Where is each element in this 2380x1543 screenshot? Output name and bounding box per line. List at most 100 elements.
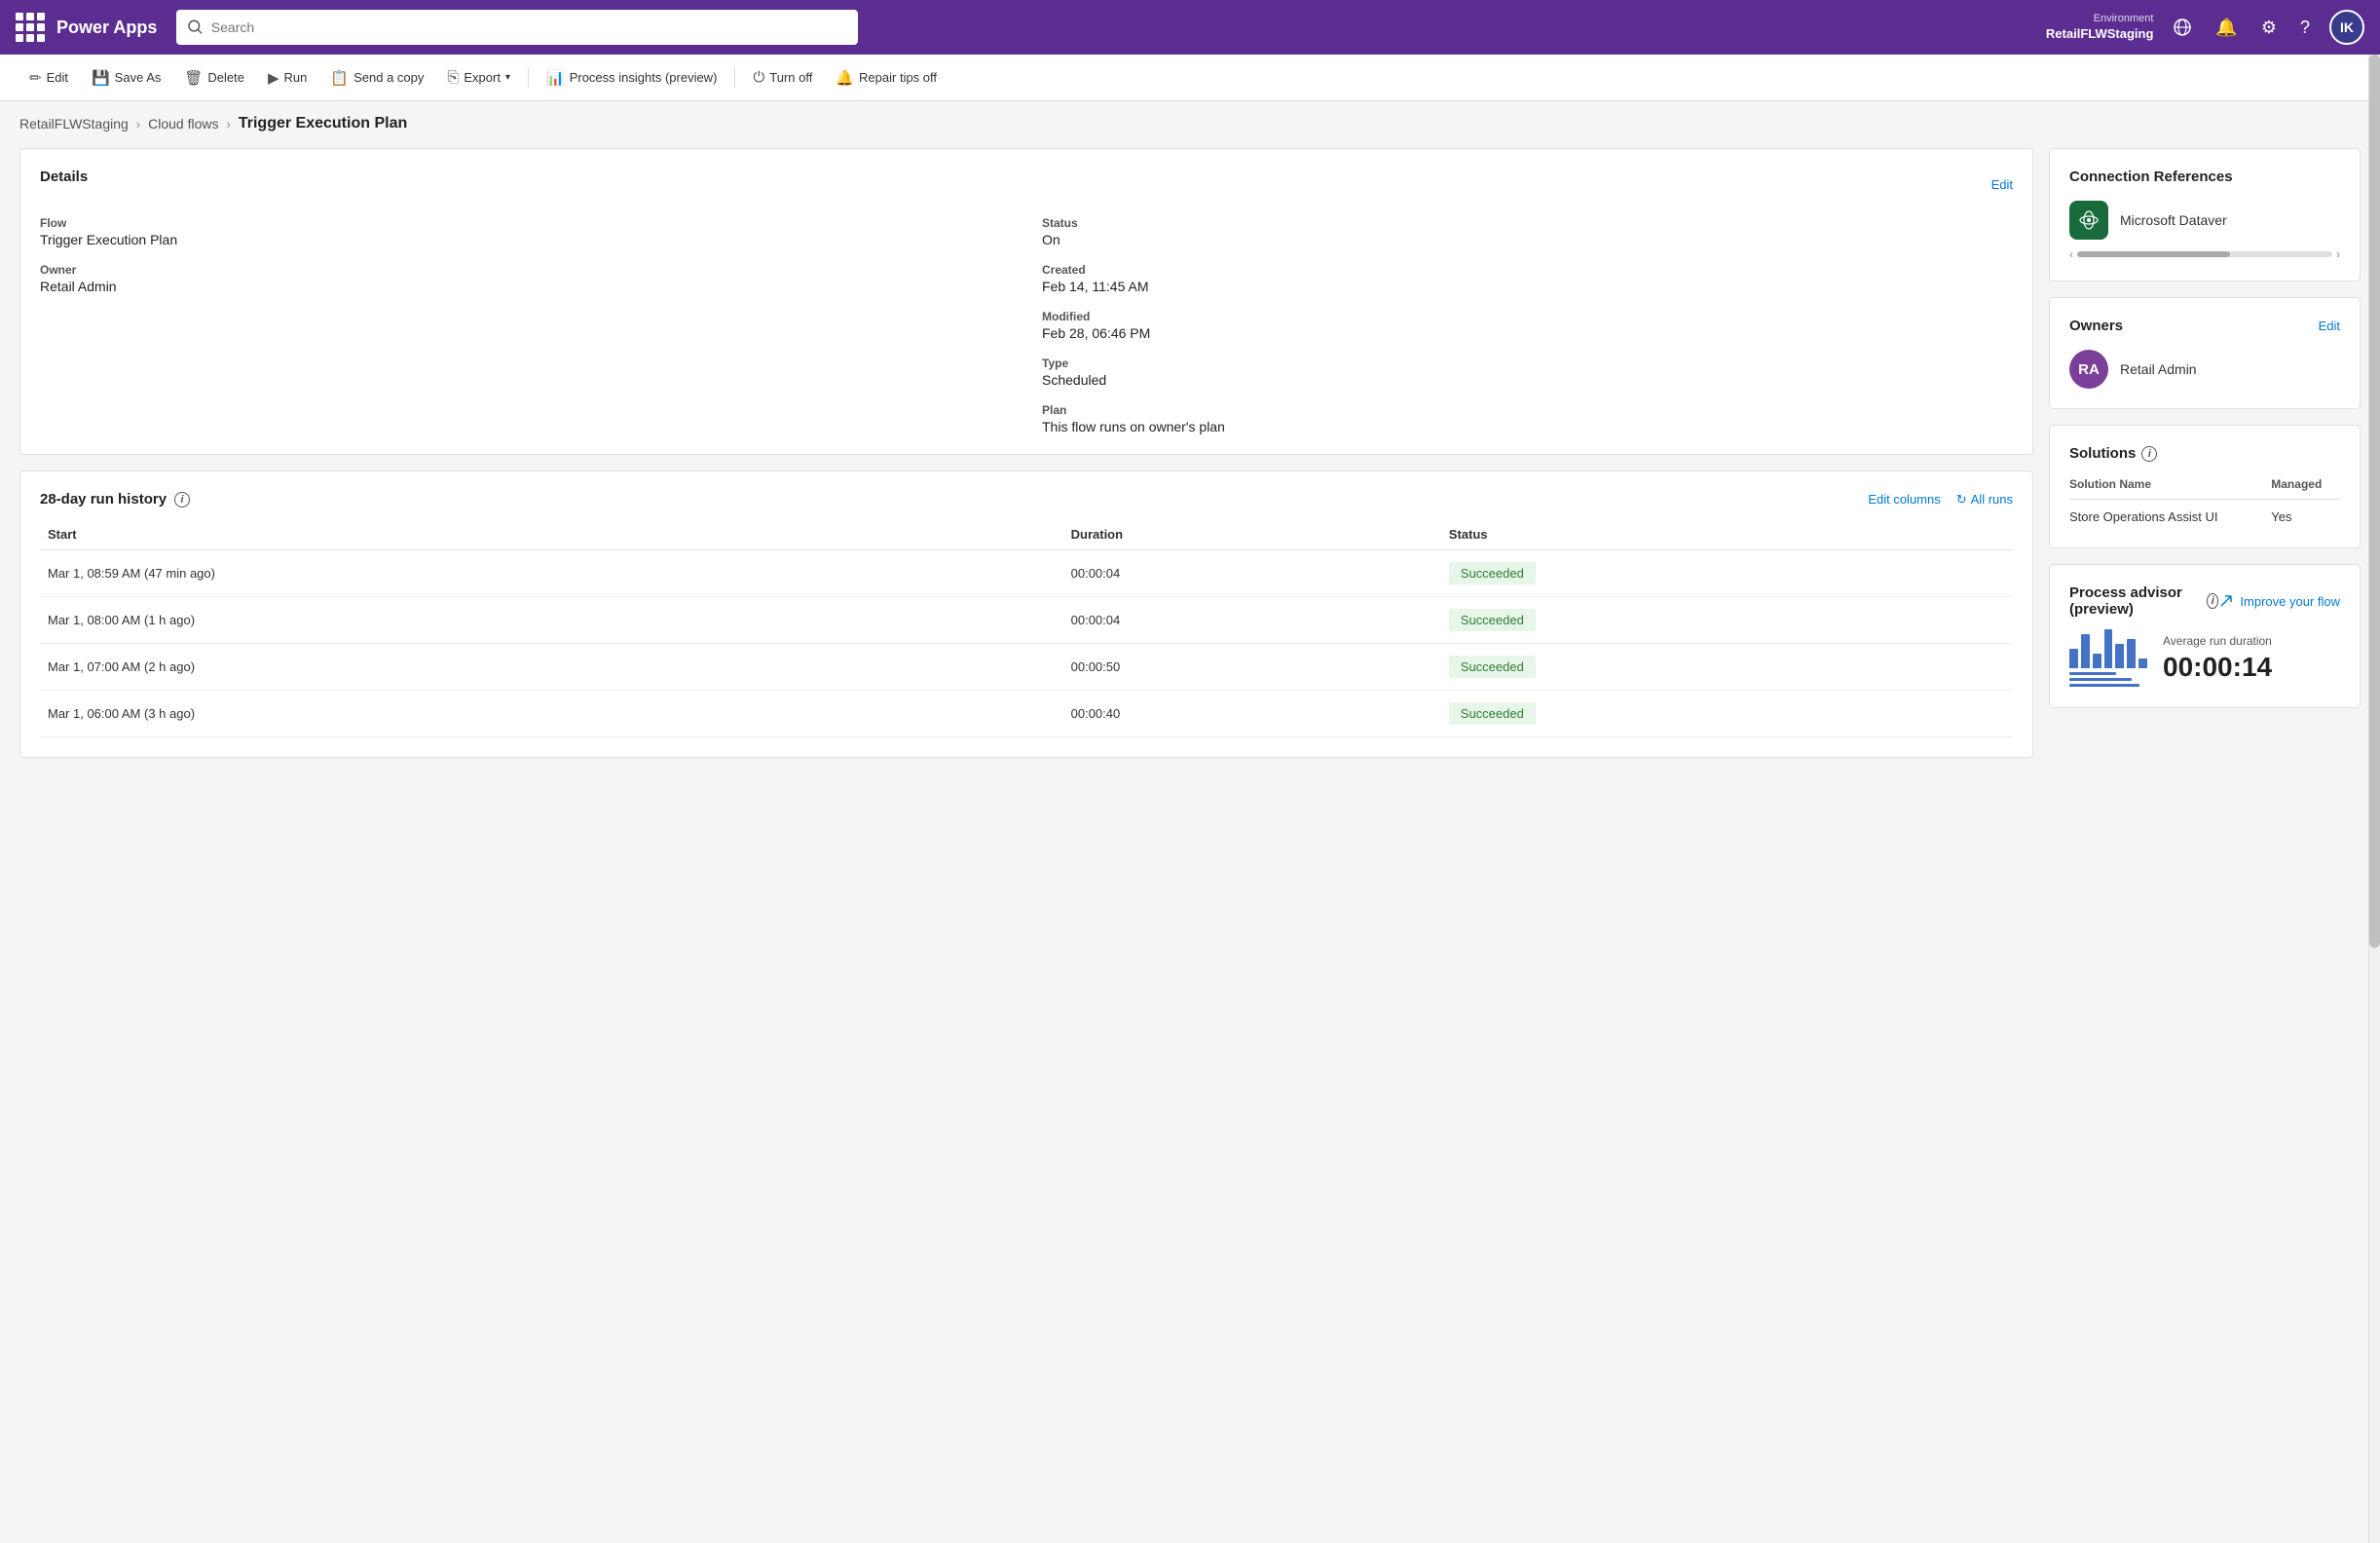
owner-value: Retail Admin bbox=[40, 279, 1011, 294]
page-scrollbar[interactable] bbox=[2368, 55, 2380, 1543]
flow-value: Trigger Execution Plan bbox=[40, 232, 1011, 247]
status-label: Status bbox=[1042, 216, 2013, 230]
detail-modified: Modified Feb 28, 06:46 PM bbox=[1042, 310, 2013, 341]
settings-gear-icon[interactable]: ⚙ bbox=[2257, 14, 2281, 42]
search-box[interactable] bbox=[176, 10, 858, 45]
connection-references-card: Connection References Microsoft Dataver … bbox=[2049, 148, 2361, 282]
col-start: Start bbox=[40, 519, 1063, 550]
run-duration: 00:00:50 bbox=[1063, 644, 1441, 691]
edit-button[interactable]: ✏ Edit bbox=[19, 63, 78, 93]
run-status: Succeeded bbox=[1441, 691, 2013, 737]
run-start: Mar 1, 08:00 AM (1 h ago) bbox=[40, 597, 1063, 644]
scroll-left-icon[interactable]: ‹ bbox=[2069, 247, 2073, 261]
chart-bar bbox=[2093, 654, 2101, 668]
top-navigation: Power Apps Environment RetailFLWStaging … bbox=[0, 0, 2380, 55]
export-button[interactable]: ⎘ Export ▾ bbox=[437, 63, 520, 92]
owners-title: Owners bbox=[2069, 318, 2123, 334]
connection-name: Microsoft Dataver bbox=[2120, 212, 2227, 228]
process-insights-button[interactable]: 📊 Process insights (preview) bbox=[537, 63, 726, 93]
run-history-thead: Start Duration Status bbox=[40, 519, 2013, 550]
turn-off-button[interactable]: ⏻ Turn off bbox=[743, 63, 822, 92]
solutions-card: Solutions i Solution Name Managed Store … bbox=[2049, 425, 2361, 548]
detail-spacer3 bbox=[40, 403, 1011, 434]
status-badge: Succeeded bbox=[1449, 562, 1536, 584]
environment-icon-btn[interactable] bbox=[2169, 14, 2196, 41]
send-copy-icon: 📋 bbox=[330, 69, 349, 87]
action-toolbar: ✏ Edit 💾 Save As 🗑 Delete ▶ Run 📋 Send a… bbox=[0, 55, 2380, 101]
process-advisor-header: Process advisor (preview) i Improve your… bbox=[2069, 584, 2340, 618]
user-avatar[interactable]: IK bbox=[2329, 10, 2364, 45]
help-question-icon[interactable]: ? bbox=[2296, 14, 2314, 42]
delete-button[interactable]: 🗑 Delete bbox=[174, 63, 254, 93]
breadcrumb-sep-2: › bbox=[227, 117, 231, 132]
chart-bar bbox=[2081, 634, 2090, 668]
run-duration: 00:00:40 bbox=[1063, 691, 1441, 737]
solutions-thead: Solution Name Managed bbox=[2069, 477, 2340, 500]
topnav-right: Environment RetailFLWStaging 🔔 ⚙ ? IK bbox=[2046, 10, 2364, 45]
table-row[interactable]: Mar 1, 06:00 AM (3 h ago) 00:00:40 Succe… bbox=[40, 691, 2013, 737]
process-advisor-content: Average run duration 00:00:14 bbox=[2069, 629, 2340, 688]
chart-line bbox=[2069, 672, 2116, 675]
status-value: On bbox=[1042, 232, 2013, 247]
detail-flow: Flow Trigger Execution Plan bbox=[40, 216, 1011, 247]
table-row[interactable]: Mar 1, 08:00 AM (1 h ago) 00:00:04 Succe… bbox=[40, 597, 2013, 644]
run-history-header: 28-day run history i Edit columns ↻ All … bbox=[40, 491, 2013, 508]
process-advisor-info-icon[interactable]: i bbox=[2207, 593, 2218, 609]
connection-references-title: Connection References bbox=[2069, 169, 2340, 185]
chart-bar bbox=[2104, 629, 2113, 668]
run-start: Mar 1, 07:00 AM (2 h ago) bbox=[40, 644, 1063, 691]
owner-label: Owner bbox=[40, 263, 1011, 277]
owners-edit-link[interactable]: Edit bbox=[2319, 319, 2340, 333]
run-history-card: 28-day run history i Edit columns ↻ All … bbox=[19, 470, 2033, 758]
microsoft-dataverse-icon bbox=[2069, 201, 2108, 240]
solutions-table: Solution Name Managed Store Operations A… bbox=[2069, 477, 2340, 528]
run-button[interactable]: ▶ Run bbox=[258, 63, 316, 93]
export-chevron-icon: ▾ bbox=[505, 72, 510, 83]
app-grid-icon[interactable] bbox=[16, 13, 45, 42]
save-as-button[interactable]: 💾 Save As bbox=[82, 63, 170, 93]
details-edit-link[interactable]: Edit bbox=[1991, 177, 2013, 192]
status-badge: Succeeded bbox=[1449, 702, 1536, 725]
plan-label: Plan bbox=[1042, 403, 2013, 417]
run-history-actions: Edit columns ↻ All runs bbox=[1868, 492, 2013, 508]
table-row[interactable]: Mar 1, 08:59 AM (47 min ago) 00:00:04 Su… bbox=[40, 550, 2013, 597]
solutions-tbody: Store Operations Assist UI Yes bbox=[2069, 500, 2340, 529]
search-input[interactable] bbox=[211, 19, 847, 35]
connection-ref-item: Microsoft Dataver bbox=[2069, 201, 2340, 240]
solutions-info-icon[interactable]: i bbox=[2141, 446, 2157, 462]
owners-card: Owners Edit RA Retail Admin bbox=[2049, 297, 2361, 409]
all-runs-link[interactable]: ↻ All runs bbox=[1956, 492, 2013, 508]
owner-name: Retail Admin bbox=[2120, 361, 2197, 377]
toolbar-separator bbox=[528, 68, 529, 88]
improve-flow-button[interactable]: Improve your flow bbox=[2218, 593, 2340, 609]
col-solution-name: Solution Name bbox=[2069, 477, 2271, 500]
connection-scrollbar[interactable] bbox=[2077, 251, 2332, 257]
run-status: Succeeded bbox=[1441, 644, 2013, 691]
col-status: Status bbox=[1441, 519, 2013, 550]
send-copy-button[interactable]: 📋 Send a copy bbox=[320, 63, 433, 93]
process-insights-icon: 📊 bbox=[546, 69, 565, 87]
notification-bell-icon[interactable]: 🔔 bbox=[2212, 14, 2241, 42]
run-duration: 00:00:04 bbox=[1063, 550, 1441, 597]
plan-value: This flow runs on owner's plan bbox=[1042, 419, 2013, 434]
run-duration: 00:00:04 bbox=[1063, 597, 1441, 644]
type-label: Type bbox=[1042, 357, 2013, 370]
app-brand: Power Apps bbox=[56, 18, 157, 38]
solutions-title-container: Solutions i bbox=[2069, 445, 2157, 462]
repair-tips-icon: 🔔 bbox=[836, 69, 854, 87]
table-row[interactable]: Store Operations Assist UI Yes bbox=[2069, 500, 2340, 529]
owners-card-header: Owners Edit bbox=[2069, 318, 2340, 334]
save-as-icon: 💾 bbox=[92, 69, 110, 87]
breadcrumb-cloud-flows[interactable]: Cloud flows bbox=[148, 116, 218, 132]
detail-status: Status On bbox=[1042, 216, 2013, 247]
edit-columns-link[interactable]: Edit columns bbox=[1868, 492, 1940, 507]
details-grid: Flow Trigger Execution Plan Status On Ow… bbox=[40, 216, 2013, 434]
page-scrollbar-thumb bbox=[2369, 55, 2380, 948]
scroll-right-icon[interactable]: › bbox=[2336, 247, 2340, 261]
chart-bar bbox=[2069, 649, 2078, 668]
solution-name: Store Operations Assist UI bbox=[2069, 500, 2271, 529]
run-history-info-icon[interactable]: i bbox=[174, 492, 190, 508]
breadcrumb-environment[interactable]: RetailFLWStaging bbox=[19, 116, 129, 132]
table-row[interactable]: Mar 1, 07:00 AM (2 h ago) 00:00:50 Succe… bbox=[40, 644, 2013, 691]
repair-tips-button[interactable]: 🔔 Repair tips off bbox=[826, 63, 947, 93]
